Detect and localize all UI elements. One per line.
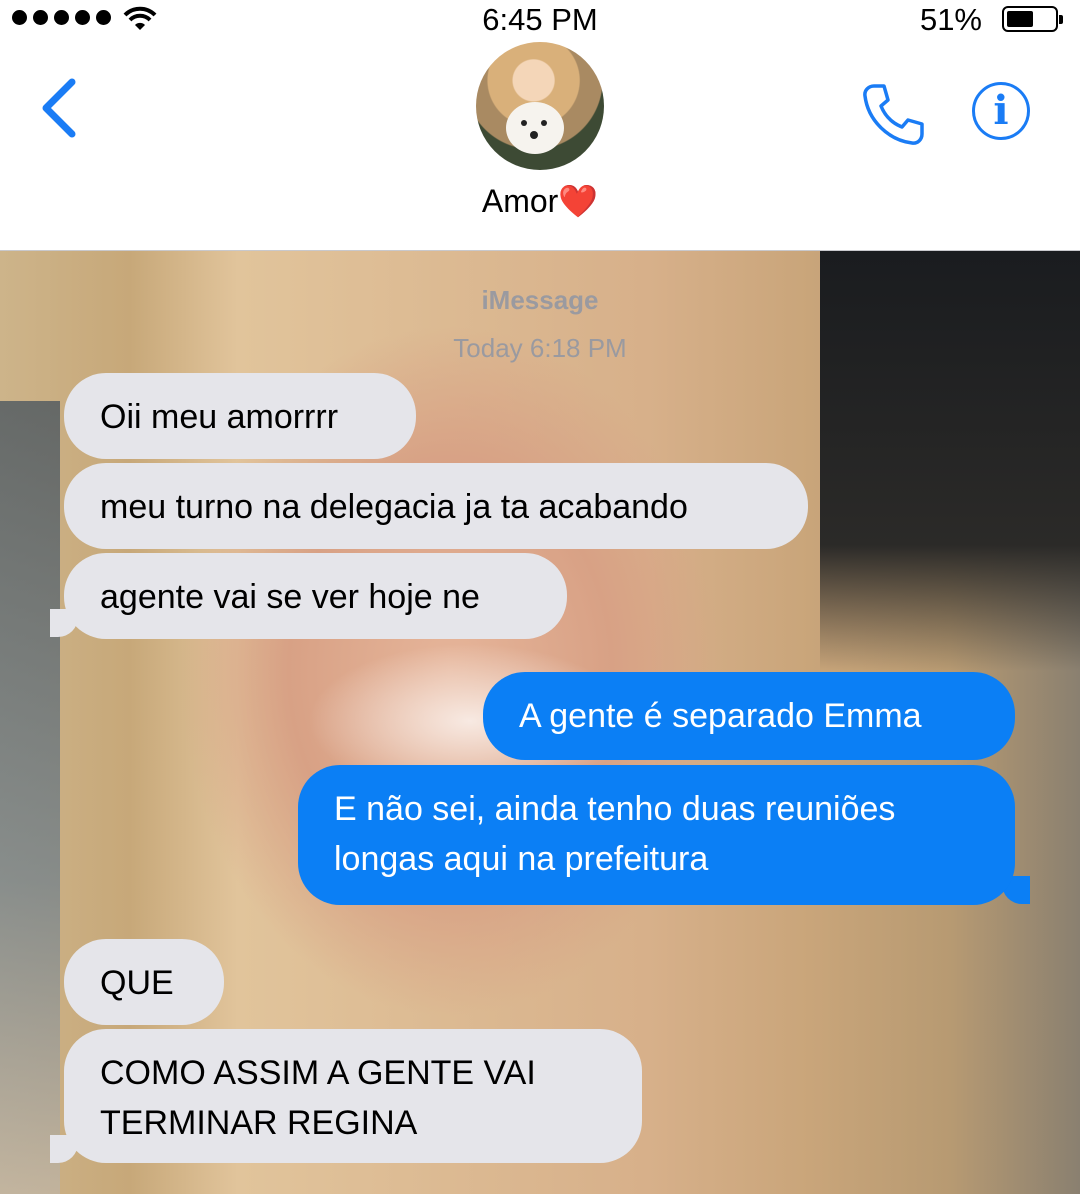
outgoing-message[interactable]: A gente é separado Emma [483,672,1015,760]
incoming-message[interactable]: agente vai se ver hoje ne [64,553,567,639]
status-time: 6:45 PM [482,2,598,37]
heart-emoji: ❤️ [558,183,599,219]
incoming-message[interactable]: COMO ASSIM A GENTE VAI TERMINAR REGINA [64,1029,642,1163]
info-icon[interactable]: i [972,82,1030,140]
conversation-header: Amor❤️ i [0,42,1080,251]
contact-avatar[interactable] [476,42,604,170]
outgoing-message[interactable]: E não sei, ainda tenho duas reuniões lon… [298,765,1015,905]
incoming-message[interactable]: QUE [64,939,224,1025]
back-chevron-icon[interactable] [38,78,78,138]
messages-screen: 6:45 PM 51% Amor❤️ i iMessage Today 6:18… [0,0,1080,1194]
service-label: iMessage [481,285,599,315]
message-thread: iMessage Today 6:18 PM Oii meu amorrrr m… [0,251,1080,1194]
phone-icon[interactable] [860,82,926,148]
battery-icon [1002,6,1063,32]
status-bar: 6:45 PM 51% [0,0,1080,42]
thread-timestamp: Today 6:18 PM [453,333,627,363]
contact-name[interactable]: Amor❤️ [0,182,1080,220]
contact-name-label: Amor [481,183,559,219]
avatar-dog [506,102,564,154]
incoming-message[interactable]: meu turno na delegacia ja ta acabando [64,463,808,549]
battery-percent: 51% [919,2,982,37]
incoming-message[interactable]: Oii meu amorrrr [64,373,416,459]
